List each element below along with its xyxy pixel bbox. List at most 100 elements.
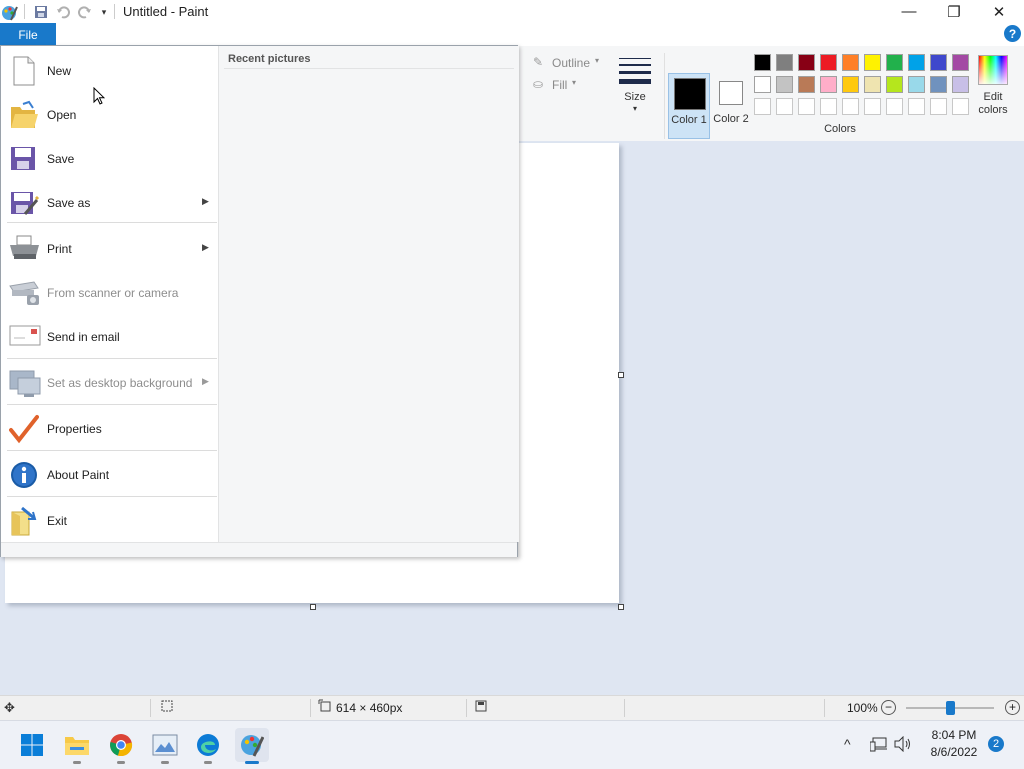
palette-swatch[interactable] [776,76,793,93]
palette-swatch[interactable] [864,76,881,93]
fill-dropdown[interactable]: ⛀ Fill ▾ [533,76,613,94]
undo-icon[interactable] [54,3,72,21]
custom-color-slot[interactable] [864,98,881,115]
menu-item-label: Set as desktop background [47,376,193,390]
edge-icon[interactable] [191,728,225,764]
menu-item-new[interactable]: New [1,48,218,92]
divider [114,4,115,19]
running-indicator [117,761,125,764]
running-indicator [161,761,169,764]
customize-dropdown-icon[interactable]: ▾ [95,3,113,21]
canvas-size-text: 614 × 460px [336,701,403,715]
palette-swatch[interactable] [776,54,793,71]
menu-item-label: About Paint [47,468,110,482]
notification-badge[interactable]: 2 [988,736,1004,752]
mouse-cursor-icon [93,87,105,105]
desktop-background-icon [9,368,41,398]
custom-color-slot[interactable] [842,98,859,115]
resize-handle-bottom[interactable] [310,604,316,610]
custom-color-slot[interactable] [798,98,815,115]
menu-item-save[interactable]: Save [1,136,218,180]
color-spectrum-icon [978,55,1008,85]
photos-icon[interactable] [148,728,182,764]
palette-swatch[interactable] [952,54,969,71]
chrome-icon[interactable] [104,728,138,764]
palette-swatch[interactable] [842,76,859,93]
save-icon[interactable] [32,3,50,21]
file-menu: New Open Save Save as ▶ Print ▶ From scanner or… [0,45,519,557]
zoom-out-button[interactable]: − [881,700,896,715]
palette-swatch[interactable] [820,76,837,93]
email-icon [9,322,41,352]
palette-swatch[interactable] [930,54,947,71]
group-divider [664,53,665,139]
custom-color-slot[interactable] [886,98,903,115]
palette-swatch[interactable] [798,54,815,71]
palette-swatch[interactable] [864,54,881,71]
palette-swatch[interactable] [908,76,925,93]
palette-swatch[interactable] [842,54,859,71]
palette-swatch[interactable] [754,76,771,93]
color1-button[interactable]: Color 1 [668,73,710,139]
menu-item-print[interactable]: Print ▶ [1,226,218,270]
custom-color-slot[interactable] [930,98,947,115]
recent-pictures-panel: Recent pictures [218,46,519,542]
divider [310,699,311,717]
palette-swatch[interactable] [952,76,969,93]
clock-date[interactable]: 8/6/2022 [926,745,982,759]
outline-dropdown[interactable]: ✎ Outline ▾ [533,54,613,72]
submenu-arrow-icon: ▶ [202,376,209,386]
menu-item-exit[interactable]: Exit [1,498,218,542]
paint-app-icon[interactable] [0,3,18,21]
paint-icon[interactable] [235,728,269,764]
close-button[interactable]: ✕ [976,0,1022,23]
menu-item-from-scanner-or-camera: From scanner or camera [1,270,218,314]
file-explorer-icon[interactable] [60,728,94,764]
help-icon[interactable]: ? [1004,25,1021,42]
title-bar: ▾ Untitled - Paint — ❐ ✕ [0,0,1024,23]
minimize-button[interactable]: — [886,0,932,23]
palette-swatch[interactable] [798,76,815,93]
resize-handle-right[interactable] [618,372,624,378]
size-button[interactable]: Size ▾ [615,51,655,139]
menu-item-save-as[interactable]: Save as ▶ [1,180,218,224]
recent-pictures-title: Recent pictures [228,53,311,65]
network-icon[interactable] [869,736,888,752]
file-tab[interactable]: File [0,23,56,46]
edit-colors-button[interactable]: Edit colors [975,51,1011,141]
printer-icon [9,234,39,264]
colors-group-label: Colors [824,123,856,135]
custom-color-slot[interactable] [952,98,969,115]
clock-time[interactable]: 8:04 PM [926,728,982,742]
palette-swatch[interactable] [908,54,925,71]
menu-item-label: New [47,64,72,78]
ribbon-tabs: File ? [0,23,1024,46]
menu-item-send-in-email[interactable]: Send in email [1,314,218,358]
zoom-slider-thumb[interactable] [946,701,955,715]
chevron-down-icon: ▾ [632,104,637,113]
custom-color-slot[interactable] [820,98,837,115]
custom-color-slot[interactable] [908,98,925,115]
outline-label: Outline [552,56,591,70]
menu-item-open[interactable]: Open [1,92,218,136]
palette-swatch[interactable] [820,54,837,71]
color2-button[interactable]: Color 2 [712,73,750,139]
maximize-button[interactable]: ❐ [931,0,977,23]
zoom-in-button[interactable]: + [1005,700,1020,715]
palette-swatch[interactable] [886,54,903,71]
windows-start-icon[interactable] [15,728,49,762]
custom-color-slot[interactable] [754,98,771,115]
color2-label: Color 2 [713,113,749,125]
palette-swatch[interactable] [930,76,947,93]
menu-item-about-paint[interactable]: About Paint [1,452,218,496]
menu-item-properties[interactable]: Properties [1,406,218,450]
resize-handle-corner[interactable] [618,604,624,610]
scanner-icon [9,278,39,308]
custom-color-slot[interactable] [776,98,793,115]
tray-chevron-icon[interactable]: ^ [844,736,851,752]
redo-icon[interactable] [76,3,94,21]
palette-swatch[interactable] [886,76,903,93]
volume-icon[interactable] [894,735,912,753]
palette-swatch[interactable] [754,54,771,71]
menu-item-label: Save [47,152,75,166]
